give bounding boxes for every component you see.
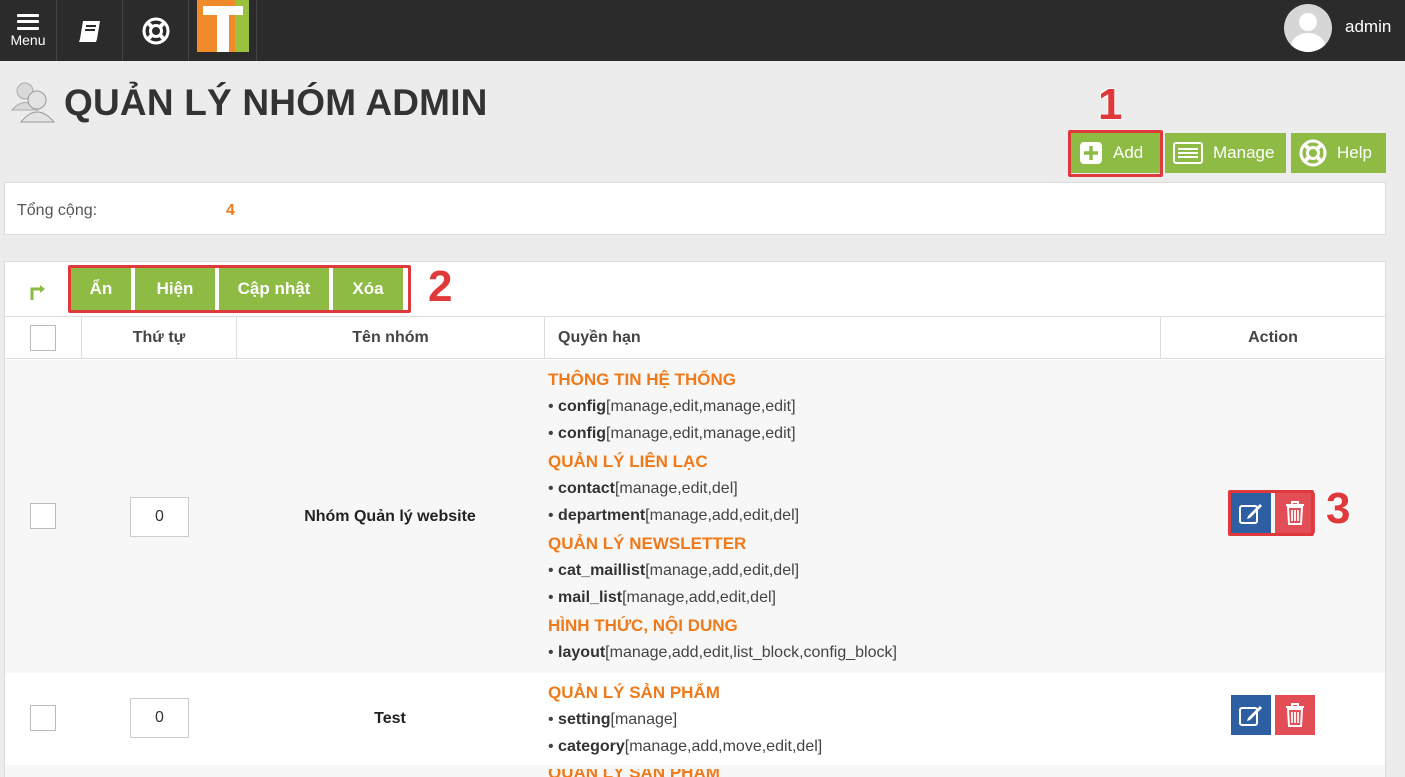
perm-item: • layout[manage,add,edit,list_block,conf… <box>548 644 897 661</box>
list-icon <box>1173 141 1203 165</box>
edit-button[interactable] <box>1231 695 1271 735</box>
perm-section-title: QUẢN LÝ LIÊN LẠC <box>548 452 708 471</box>
lifebuoy-icon <box>1299 139 1327 167</box>
edit-icon <box>1239 706 1262 726</box>
header-action: Action <box>1248 328 1298 346</box>
order-input[interactable]: 0 <box>130 497 189 537</box>
arrow-turn-icon <box>30 285 45 300</box>
group-name: Test <box>374 710 406 727</box>
book-icon <box>78 20 100 42</box>
perm-section-title: HÌNH THỨC, NỘI DUNG <box>548 616 738 635</box>
perm-item: • cat_maillist[manage,add,edit,del] <box>548 562 800 579</box>
users-group-icon <box>10 82 56 123</box>
header-permissions: Quyền hạn <box>545 317 1161 358</box>
page-title: QUẢN LÝ NHÓM ADMIN <box>64 82 488 123</box>
annotation-number-1: 1 <box>1098 80 1123 129</box>
help-button[interactable]: Help <box>1291 133 1386 173</box>
perm-item: • category[manage,add,move,edit,del] <box>548 737 823 755</box>
total-label: Tổng cộng: <box>17 202 98 219</box>
header-order[interactable]: Thứ tự <box>82 317 237 358</box>
avatar[interactable] <box>1284 4 1332 52</box>
total-value: 4 <box>226 202 235 219</box>
perm-item: • contact[manage,edit,del] <box>548 480 738 497</box>
permissions-list: QUẢN LÝ SẢN PHẨM • setting[manage] • cat… <box>548 678 822 760</box>
help-label: Help <box>1337 143 1372 162</box>
perm-item: • setting[manage] <box>548 711 678 728</box>
menu-label: Menu <box>10 31 46 48</box>
manage-button[interactable]: Manage <box>1165 133 1286 173</box>
trash-icon <box>1286 703 1304 727</box>
username[interactable]: admin <box>1345 17 1391 37</box>
table-header: Thứ tự Tên nhóm Quyền hạn Action <box>5 316 1385 359</box>
delete-button[interactable] <box>1275 695 1315 735</box>
perm-section-title: QUẢN LÝ SẢN PHẨM <box>548 683 720 702</box>
header-name[interactable]: Tên nhóm <box>237 317 545 358</box>
top-bar: Menu admin <box>0 0 1405 61</box>
logo-t-icon <box>197 0 249 52</box>
site-logo[interactable] <box>189 0 257 61</box>
menu-icon <box>17 13 39 30</box>
summary-box: Tổng cộng: 4 <box>4 182 1386 235</box>
row-checkbox[interactable] <box>30 705 56 731</box>
highlight-box-bulk <box>68 265 411 313</box>
annotation-number-3: 3 <box>1326 484 1351 533</box>
header-checkbox-cell <box>5 317 82 358</box>
perm-item: • config[manage,edit,manage,edit] <box>548 398 796 415</box>
highlight-box-actions <box>1228 490 1314 536</box>
order-input[interactable]: 0 <box>130 698 189 738</box>
perm-item: • config[manage,edit,manage,edit] <box>548 424 796 442</box>
group-name: Nhóm Quản lý website <box>304 508 476 525</box>
manage-label: Manage <box>1213 143 1275 162</box>
permissions-list: THÔNG TIN HỆ THỐNG • config[manage,edit,… <box>548 365 897 667</box>
book-button[interactable] <box>57 0 123 61</box>
highlight-box-add <box>1068 130 1163 177</box>
perm-section-title: THÔNG TIN HỆ THỐNG <box>548 370 736 389</box>
annotation-number-2: 2 <box>428 262 453 311</box>
perm-item: • department[manage,add,edit,del] <box>548 506 800 524</box>
perm-section-title: QUẢN LÝ NEWSLETTER <box>548 534 747 553</box>
perm-item: • mail_list[manage,add,edit,del] <box>548 588 776 606</box>
help-top-button[interactable] <box>123 0 189 61</box>
menu-button[interactable]: Menu <box>0 0 57 61</box>
row-checkbox[interactable] <box>30 503 56 529</box>
lifebuoy-icon <box>142 17 169 44</box>
perm-section-title-partial: QUẢN LÝ SẢN PHẨM <box>548 769 748 777</box>
select-all-checkbox[interactable] <box>30 325 56 351</box>
